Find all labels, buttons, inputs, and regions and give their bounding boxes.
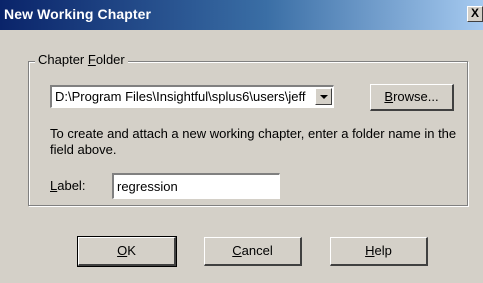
- title-bar[interactable]: New Working Chapter X: [0, 0, 483, 30]
- label-input[interactable]: regression: [112, 173, 280, 199]
- window-title: New Working Chapter: [4, 6, 152, 22]
- close-icon: X: [470, 6, 479, 20]
- label-caption: Label:: [50, 178, 86, 193]
- chapter-folder-combobox[interactable]: D:\Program Files\Insightful\splus6\users…: [50, 85, 334, 108]
- instructions-text: To create and attach a new working chapt…: [50, 126, 457, 157]
- browse-button[interactable]: Browse...: [370, 84, 454, 111]
- label-input-value[interactable]: regression: [117, 179, 178, 194]
- chapter-folder-group-label: Chapter Folder: [35, 52, 128, 67]
- chapter-folder-path[interactable]: D:\Program Files\Insightful\splus6\users…: [55, 89, 311, 104]
- close-button[interactable]: X: [467, 6, 483, 22]
- chevron-down-icon[interactable]: [315, 88, 332, 105]
- ok-button[interactable]: OK: [77, 236, 177, 267]
- help-button[interactable]: Help: [330, 237, 428, 266]
- cancel-button[interactable]: Cancel: [204, 237, 302, 266]
